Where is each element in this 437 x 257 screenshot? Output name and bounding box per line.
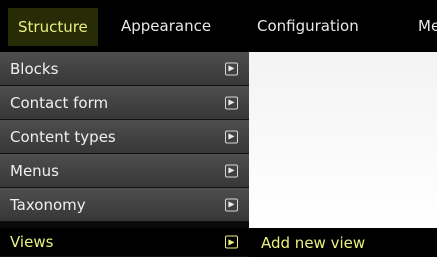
menu-item-menus[interactable]: Menus ▶ [0,154,249,188]
add-new-view-link[interactable]: Add new view [261,228,365,257]
tab-appearance[interactable]: Appearance [121,0,211,52]
structure-dropdown-menu: Blocks ▶ Contact form ▶ Content types ▶ … [0,52,249,257]
tab-truncated[interactable]: Me [418,0,437,52]
menu-item-blocks[interactable]: Blocks ▶ [0,52,249,86]
menu-item-label: Blocks [10,59,59,78]
menu-item-taxonomy[interactable]: Taxonomy ▶ [0,188,249,222]
admin-toolbar: Structure Appearance Configuration Me [0,0,437,52]
menu-item-contact-form[interactable]: Contact form ▶ [0,86,249,120]
menu-item-label: Taxonomy [10,195,86,214]
arrow-right-icon: ▶ [225,235,238,249]
arrow-right-icon: ▶ [225,96,238,109]
submenu-panel [249,52,437,228]
menu-item-content-types[interactable]: Content types ▶ [0,120,249,154]
tab-structure[interactable]: Structure [8,8,98,46]
arrow-right-icon: ▶ [225,130,238,143]
menu-item-label: Contact form [10,93,109,112]
arrow-right-icon: ▶ [225,62,238,75]
arrow-right-icon: ▶ [225,164,238,177]
tab-configuration[interactable]: Configuration [257,0,359,52]
menu-item-views[interactable]: Views ▶ [0,228,249,257]
menu-item-label: Views [10,233,54,251]
menu-item-label: Menus [10,161,59,180]
views-submenu: Add new view [249,228,437,257]
arrow-right-icon: ▶ [225,198,238,211]
menu-item-label: Content types [10,127,116,146]
